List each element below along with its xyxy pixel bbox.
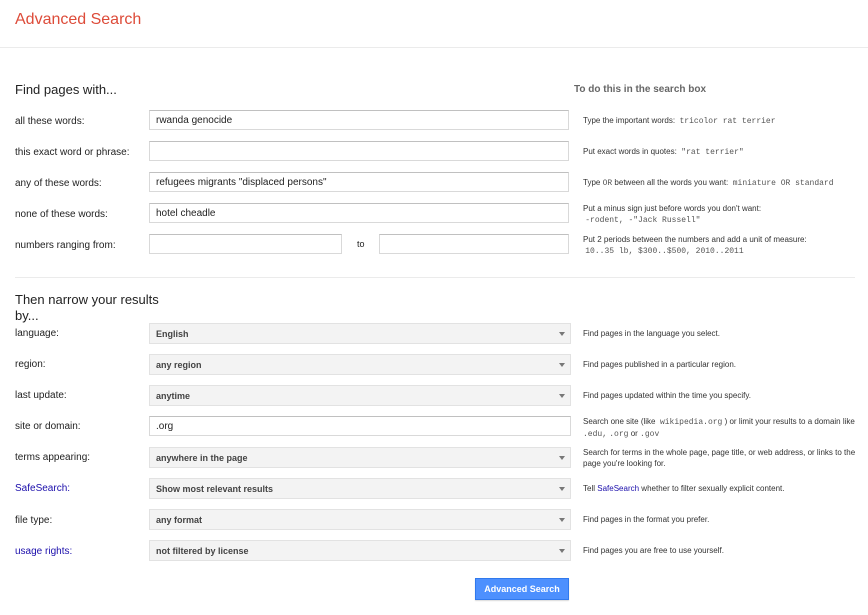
dropdown-arrow-icon	[559, 332, 565, 336]
selected-value: any format	[156, 515, 203, 525]
heading-line: Then narrow your results	[15, 292, 159, 307]
dropdown-arrow-icon	[559, 363, 565, 367]
dropdown-arrow-icon	[559, 518, 565, 522]
selected-value: not filtered by license	[156, 546, 249, 556]
hint-text: Type	[583, 178, 601, 187]
none-words-hint: Put a minus sign just before words you d…	[583, 203, 863, 226]
hint-text: Put a minus sign just before words you d…	[583, 204, 762, 213]
exact-phrase-hint: Put exact words in quotes: "rat terrier"	[583, 146, 863, 158]
safesearch-hint-link[interactable]: SafeSearch	[597, 484, 639, 493]
hint-example: .org	[609, 430, 629, 439]
selected-value: English	[156, 329, 189, 339]
site-domain-hint: Search one site (like wikipedia.org ) or…	[583, 416, 863, 440]
language-hint: Find pages in the language you select.	[583, 329, 720, 338]
page-header: Advanced Search	[0, 0, 868, 48]
hint-example: "rat terrier"	[681, 148, 744, 157]
file-type-hint: Find pages in the format you prefer.	[583, 515, 710, 524]
to-label: to	[357, 239, 365, 249]
file-type-select[interactable]: any format	[149, 509, 571, 530]
numbers-range-label: numbers ranging from:	[15, 240, 116, 251]
hint-or: OR	[602, 179, 613, 188]
usage-rights-link[interactable]: usage rights:	[15, 546, 72, 557]
none-words-label: none of these words:	[15, 209, 108, 220]
hint-example: tricolor rat terrier	[679, 117, 776, 126]
usage-rights-hint: Find pages you are free to use yourself.	[583, 546, 724, 555]
exact-phrase-label: this exact word or phrase:	[15, 147, 130, 158]
selected-value: Show most relevant results	[156, 484, 274, 494]
any-words-hint: Type OR between all the words you want: …	[583, 177, 863, 189]
last-update-label: last update:	[15, 390, 67, 401]
selected-value: any region	[156, 360, 202, 370]
number-to-input[interactable]	[379, 234, 569, 254]
hint-text: Search one site (like	[583, 417, 656, 426]
any-words-label: any of these words:	[15, 178, 102, 189]
file-type-label: file type:	[15, 515, 53, 526]
site-domain-input[interactable]	[149, 416, 571, 436]
number-from-input[interactable]	[149, 234, 342, 254]
last-update-select[interactable]: anytime	[149, 385, 571, 406]
hint-text: Put exact words in quotes:	[583, 147, 677, 156]
heading-line: by...	[15, 308, 39, 323]
hint-example: 10..35 lb, $300..$500, 2010..2011	[585, 247, 744, 256]
dropdown-arrow-icon	[559, 487, 565, 491]
selected-value: anytime	[156, 391, 191, 401]
hint-example: miniature OR standard	[732, 179, 834, 188]
hint-example: wikipedia.org	[659, 418, 723, 427]
safesearch-hint: Tell SafeSearch whether to filter sexual…	[583, 483, 863, 494]
any-words-input[interactable]	[149, 172, 569, 192]
page-title: Advanced Search	[15, 11, 142, 28]
advanced-search-button[interactable]: Advanced Search	[475, 578, 569, 600]
region-hint: Find pages published in a particular reg…	[583, 360, 736, 369]
language-select[interactable]: English	[149, 323, 571, 344]
all-words-hint: Type the important words: tricolor rat t…	[583, 115, 863, 127]
region-label: region:	[15, 359, 46, 370]
safesearch-select[interactable]: Show most relevant results	[149, 478, 571, 499]
terms-appearing-select[interactable]: anywhere in the page	[149, 447, 571, 468]
hint-column-heading: To do this in the search box	[574, 84, 707, 95]
site-domain-label: site or domain:	[15, 421, 81, 432]
hint-example: .edu,	[583, 430, 608, 439]
none-words-input[interactable]	[149, 203, 569, 223]
hint-text: Tell	[583, 484, 596, 493]
selected-value: anywhere in the page	[156, 453, 248, 463]
safesearch-link[interactable]: SafeSearch:	[15, 483, 70, 494]
hint-text: between all the words you want:	[614, 178, 729, 187]
all-words-input[interactable]	[149, 110, 569, 130]
all-words-label: all these words:	[15, 116, 85, 127]
narrow-results-heading: Then narrow your results by...	[15, 292, 159, 324]
hint-example: .gov	[640, 430, 660, 439]
find-pages-heading: Find pages with...	[15, 82, 117, 97]
dropdown-arrow-icon	[559, 549, 565, 553]
usage-rights-select[interactable]: not filtered by license	[149, 540, 571, 561]
hint-text: Type the important words:	[583, 116, 676, 125]
terms-appearing-label: terms appearing:	[15, 452, 91, 463]
hint-text: Put 2 periods between the numbers and ad…	[583, 235, 807, 244]
numbers-range-hint: Put 2 periods between the numbers and ad…	[583, 234, 863, 257]
terms-appearing-hint: Search for terms in the whole page, page…	[583, 448, 856, 468]
last-update-hint: Find pages updated within the time you s…	[583, 391, 751, 400]
hint-example: -rodent, -"Jack Russell"	[585, 216, 701, 225]
hint-text: or	[630, 429, 638, 438]
exact-phrase-input[interactable]	[149, 141, 569, 161]
dropdown-arrow-icon	[559, 394, 565, 398]
section-divider	[15, 277, 855, 278]
language-label: language:	[15, 328, 59, 339]
hint-text: ) or limit your results to a domain like	[724, 417, 855, 426]
dropdown-arrow-icon	[559, 456, 565, 460]
hint-text: whether to filter sexually explicit cont…	[641, 484, 785, 493]
region-select[interactable]: any region	[149, 354, 571, 375]
